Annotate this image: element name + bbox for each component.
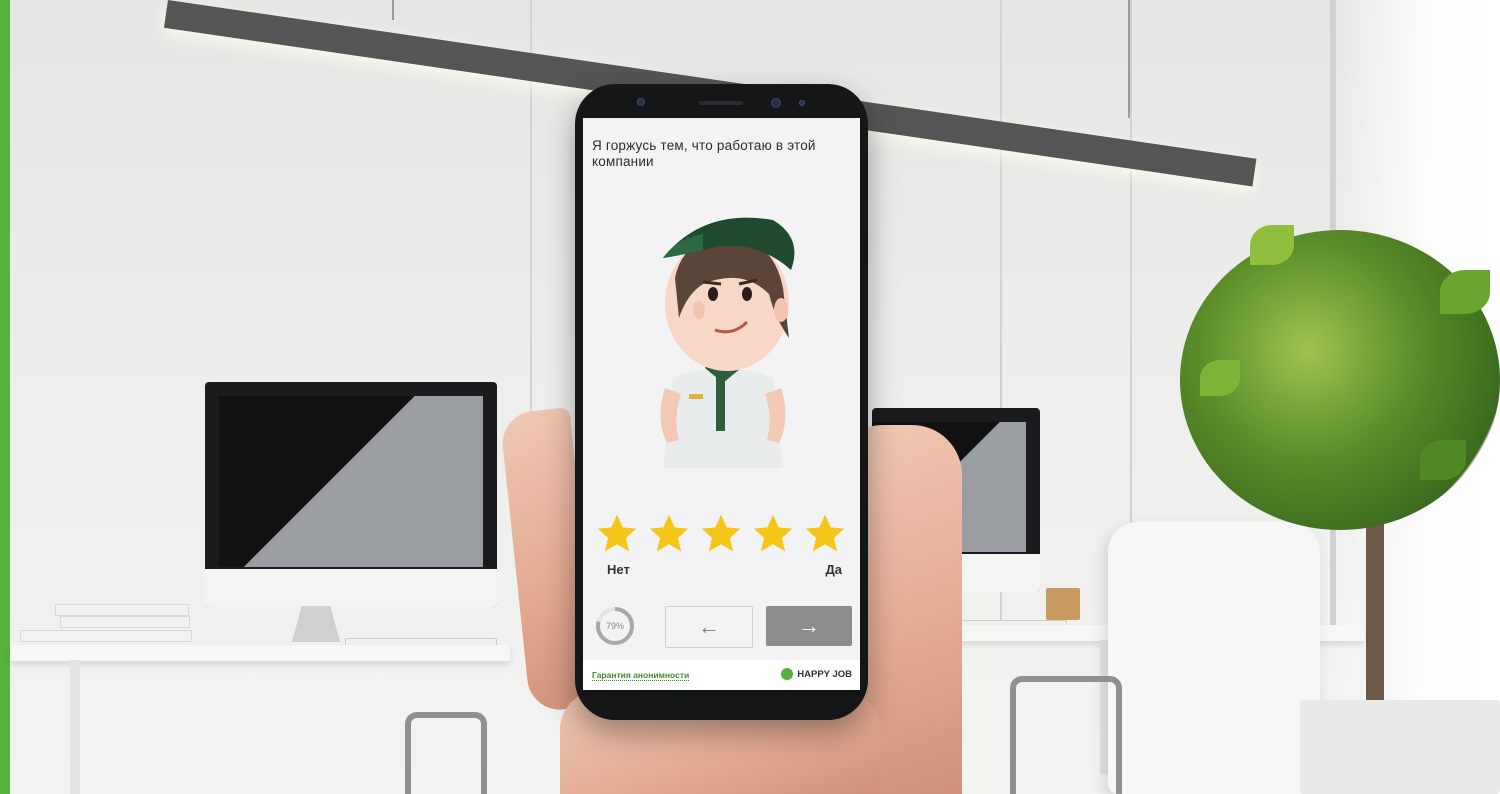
survey-question: Я горжусь тем, что работаю в этой компан…: [592, 138, 816, 169]
star-icon-5[interactable]: [803, 512, 847, 556]
book: [60, 616, 190, 628]
scale-low-label: Нет: [607, 562, 630, 577]
smartphone: Я горжусь тем, что работаю в этой компан…: [575, 84, 868, 720]
leaf: [1440, 270, 1490, 314]
lamp-wire: [392, 0, 394, 20]
arrow-right-icon: →: [798, 613, 820, 638]
star-icon-2[interactable]: [647, 512, 691, 556]
brand-name: HAPPY JOB: [797, 668, 852, 680]
progress-percent: 79%: [605, 621, 624, 631]
leaf: [1200, 360, 1240, 396]
plant-pot: [1300, 700, 1500, 794]
leaf: [1420, 440, 1466, 480]
book: [55, 604, 189, 616]
brand-dot-icon: [781, 668, 794, 680]
monitor-stand: [292, 606, 340, 642]
progress-ring: 79%: [595, 606, 635, 646]
office-background-scene: Я горжусь тем, что работаю в этой компан…: [0, 0, 1500, 794]
chair-arm: [1010, 676, 1122, 794]
previous-button[interactable]: ←: [665, 606, 753, 648]
sensor-icon: [637, 98, 645, 106]
survey-footer: Гарантия анонимности HAPPY JOB: [583, 660, 860, 690]
book: [20, 630, 192, 642]
rating-stars: [595, 512, 847, 556]
chair-arm: [405, 712, 487, 794]
earpiece-speaker: [699, 101, 743, 105]
lamp-wire: [1128, 0, 1130, 118]
desk-leg: [70, 660, 80, 794]
star-icon-3[interactable]: [699, 512, 743, 556]
survey-screen: Я горжусь тем, что работаю в этой компан…: [583, 118, 860, 690]
desk-left: [10, 645, 510, 661]
anonymity-guarantee-link[interactable]: Гарантия анонимности: [592, 670, 690, 681]
scale-high-label: Да: [825, 562, 843, 577]
star-icon-4[interactable]: [751, 512, 795, 556]
brand-green-edge: [0, 0, 10, 794]
sensor-icon: [799, 100, 805, 106]
office-chair: [1108, 522, 1320, 794]
pencil-cup: [1046, 588, 1080, 620]
phone-bottom-bezel: [575, 690, 868, 720]
front-camera-icon: [771, 98, 781, 108]
mascot-character-image: [660, 217, 795, 468]
phone-top-bezel: [575, 84, 868, 118]
leaf: [1250, 225, 1294, 265]
monitor-left: [205, 382, 497, 607]
star-icon-1[interactable]: [595, 512, 639, 556]
next-button[interactable]: →: [766, 606, 852, 646]
brand-logo: HAPPY JOB: [781, 668, 852, 680]
arrow-left-icon: ←: [698, 614, 720, 639]
